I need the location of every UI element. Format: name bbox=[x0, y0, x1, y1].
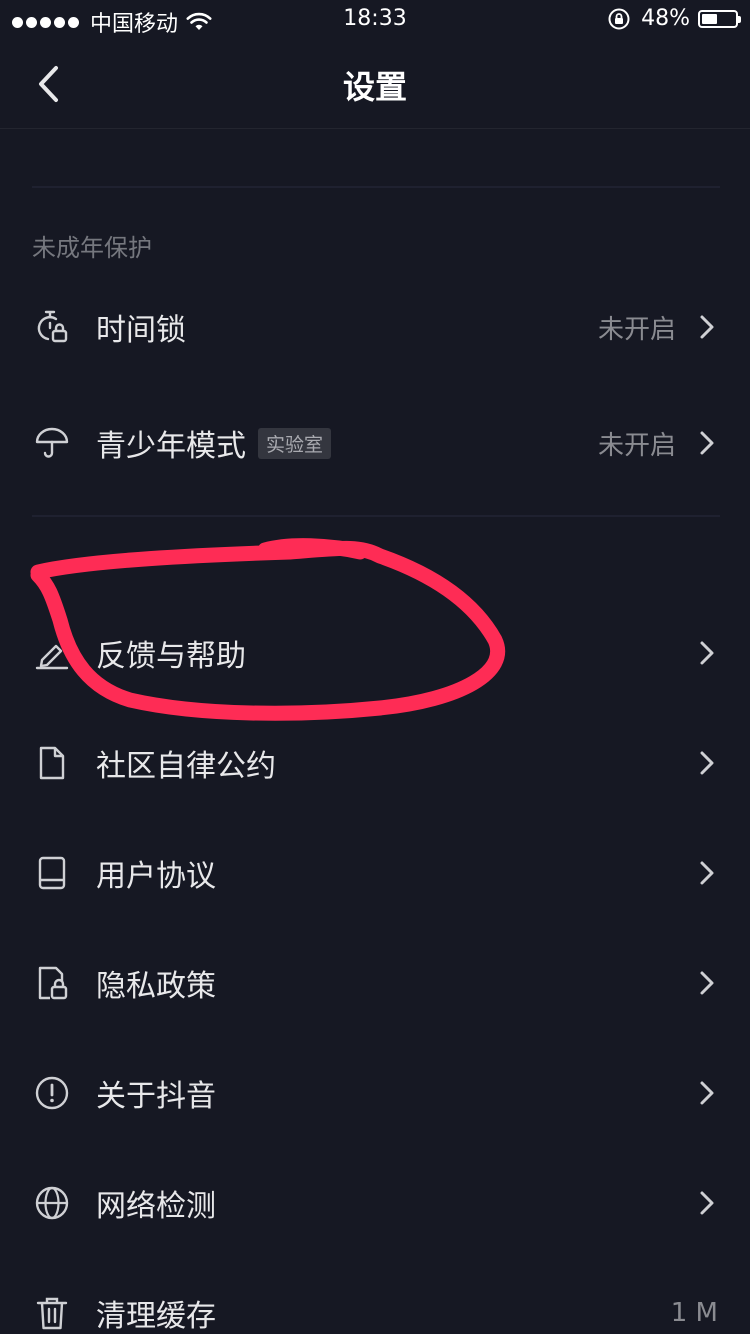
settings-row-label: 青少年模式 实验室 bbox=[96, 421, 332, 465]
network-check-label: 网络检测 bbox=[96, 1189, 216, 1224]
settings-row-label: 反馈与帮助 bbox=[96, 631, 246, 675]
chevron-right-icon bbox=[696, 1189, 718, 1217]
chevron-right-icon bbox=[696, 429, 718, 457]
user-agreement-label: 用户协议 bbox=[96, 859, 216, 894]
chevron-right-icon bbox=[696, 859, 718, 887]
privacy-policy-label: 隐私政策 bbox=[96, 969, 216, 1004]
teen-mode-status: 未开启 bbox=[597, 430, 676, 461]
battery-fill bbox=[702, 13, 717, 24]
settings-row-label: 网络检测 bbox=[96, 1181, 216, 1225]
trash-icon bbox=[33, 1294, 71, 1332]
settings-row-label: 关于抖音 bbox=[96, 1071, 216, 1115]
chevron-right-icon bbox=[696, 969, 718, 997]
time-lock-status: 未开启 bbox=[597, 314, 676, 345]
settings-row-label: 隐私政策 bbox=[96, 961, 216, 1005]
chevron-right-icon bbox=[696, 639, 718, 667]
settings-row-community-guidelines[interactable]: 社区自律公约 bbox=[0, 708, 750, 818]
lab-badge: 实验室 bbox=[258, 427, 332, 459]
settings-row-label: 清理缓存 bbox=[96, 1291, 216, 1334]
settings-row-network-check[interactable]: 网络检测 bbox=[0, 1148, 750, 1258]
divider bbox=[32, 186, 720, 188]
page-title: 设置 bbox=[342, 68, 407, 106]
status-right: 48% bbox=[607, 6, 741, 31]
settings-row-label: 用户协议 bbox=[96, 851, 216, 895]
settings-row-user-agreement[interactable]: 用户协议 bbox=[0, 818, 750, 928]
chevron-right-icon bbox=[696, 313, 718, 341]
feedback-help-label: 反馈与帮助 bbox=[96, 639, 246, 674]
battery-icon bbox=[698, 9, 741, 28]
chevron-right-icon bbox=[696, 749, 718, 777]
settings-row-label: 社区自律公约 bbox=[96, 741, 276, 785]
privacy-lock-icon bbox=[33, 964, 71, 1002]
settings-row-feedback-help[interactable]: 反馈与帮助 bbox=[0, 598, 750, 708]
book-icon bbox=[33, 854, 71, 892]
time-lock-label: 时间锁 bbox=[96, 313, 186, 348]
rotation-lock-icon bbox=[608, 8, 630, 29]
divider bbox=[32, 515, 720, 517]
clear-cache-label: 清理缓存 bbox=[96, 1299, 216, 1334]
battery-percent: 48% bbox=[641, 6, 690, 31]
chevron-right-icon bbox=[696, 1079, 718, 1107]
timer-lock-icon bbox=[33, 308, 71, 346]
settings-row-privacy-policy[interactable]: 隐私政策 bbox=[0, 928, 750, 1038]
settings-row-label: 时间锁 bbox=[96, 305, 186, 349]
globe-icon bbox=[33, 1184, 71, 1222]
about-douyin-label: 关于抖音 bbox=[96, 1079, 216, 1114]
settings-row-clear-cache[interactable]: 清理缓存 1 M bbox=[0, 1258, 750, 1334]
settings-row-time-lock[interactable]: 时间锁 未开启 bbox=[0, 272, 750, 382]
info-circle-icon bbox=[33, 1074, 71, 1112]
settings-row-about-douyin[interactable]: 关于抖音 bbox=[0, 1038, 750, 1148]
cache-size: 1 M bbox=[670, 1298, 718, 1328]
teen-mode-label: 青少年模式 bbox=[96, 429, 246, 464]
nav-bar: 设置 bbox=[0, 40, 750, 129]
document-icon bbox=[33, 744, 71, 782]
status-bar: 中国移动 18:33 48% bbox=[0, 0, 750, 40]
section-header-minor-protection: 未成年保护 bbox=[32, 234, 152, 262]
settings-row-teen-mode[interactable]: 青少年模式 实验室 未开启 bbox=[0, 388, 750, 498]
community-guidelines-label: 社区自律公约 bbox=[96, 749, 276, 784]
edit-pencil-icon bbox=[33, 634, 71, 672]
umbrella-icon bbox=[33, 424, 71, 462]
settings-screen: 中国移动 18:33 48% 设置 未成年保护 时间锁 未开启 青少年模式 实验… bbox=[0, 0, 750, 1334]
